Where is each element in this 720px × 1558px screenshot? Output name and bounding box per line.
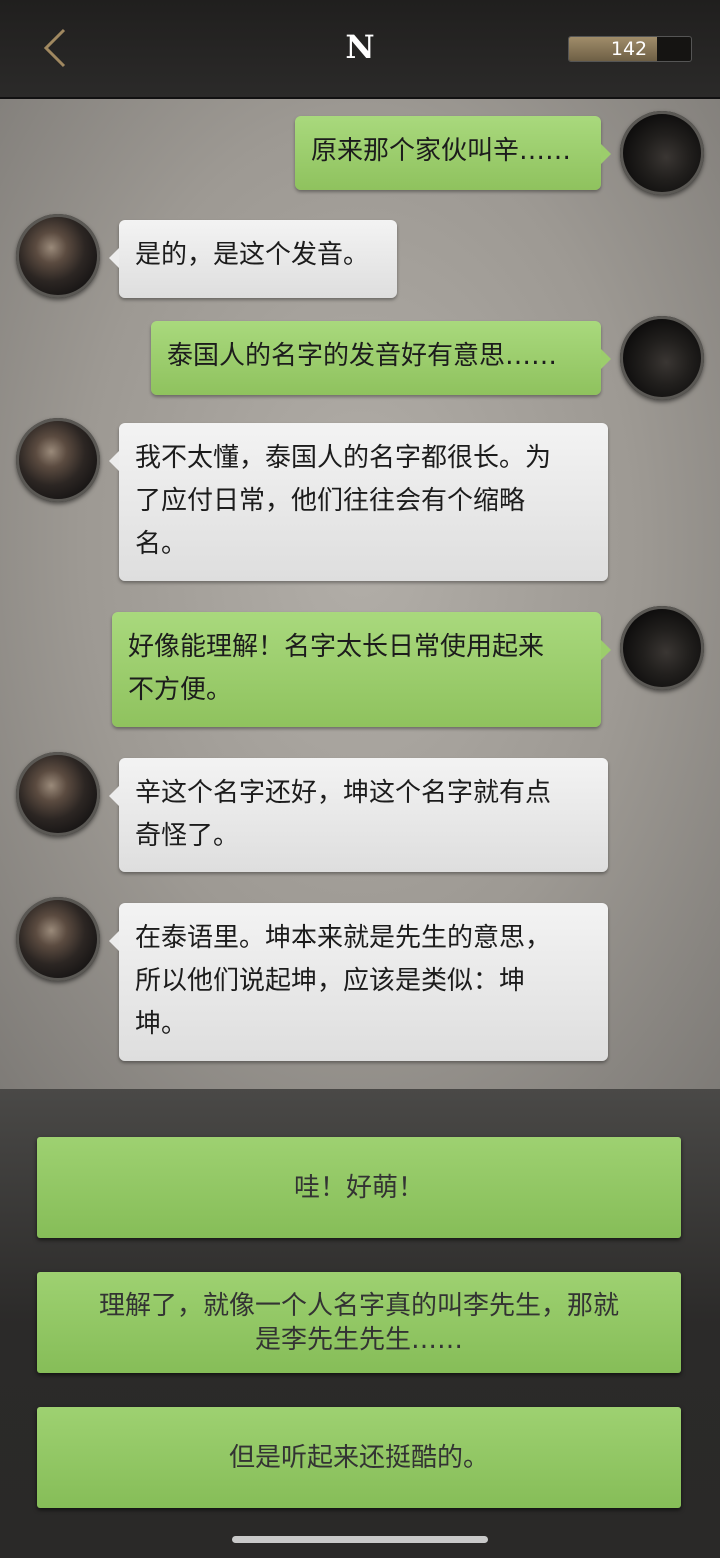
reply-choice-button[interactable]: 理解了，就像一个人名字真的叫李先生，那就 是李先生先生……	[37, 1272, 681, 1373]
player-avatar	[620, 316, 704, 400]
chat-area[interactable]: 原来那个家伙叫辛…… 是的，是这个发音。 泰国人的名字的发音好有意思…… 我不太…	[0, 99, 720, 1089]
message-bubble-incoming: 我不太懂，泰国人的名字都很长。为 了应付日常，他们往往会有个缩略 名。	[109, 423, 608, 581]
contact-avatar[interactable]	[16, 418, 100, 502]
message-bubble-outgoing: 泰国人的名字的发音好有意思……	[151, 321, 611, 395]
message-bubble-outgoing: 原来那个家伙叫辛……	[295, 116, 611, 190]
reply-choice-button[interactable]: 哇！好萌！	[37, 1137, 681, 1238]
message-bubble-incoming: 是的，是这个发音。	[109, 220, 397, 298]
energy-value: 142	[610, 38, 648, 60]
message-bubble-outgoing: 好像能理解！名字太长日常使用起来 不方便。	[112, 612, 611, 727]
reply-choice-button[interactable]: 但是听起来还挺酷的。	[37, 1407, 681, 1508]
top-bar: N 142	[0, 0, 720, 99]
contact-avatar[interactable]	[16, 752, 100, 836]
contact-avatar[interactable]	[16, 897, 100, 981]
player-avatar	[620, 606, 704, 690]
message-bubble-incoming: 在泰语里。坤本来就是先生的意思， 所以他们说起坤，应该是类似：坤 坤。	[109, 903, 608, 1061]
home-indicator[interactable]	[232, 1536, 488, 1543]
player-avatar	[620, 111, 704, 195]
message-bubble-incoming: 辛这个名字还好，坤这个名字就有点 奇怪了。	[109, 758, 608, 872]
contact-avatar[interactable]	[16, 214, 100, 298]
reply-choices-panel: 哇！好萌！ 理解了，就像一个人名字真的叫李先生，那就 是李先生先生…… 但是听起…	[0, 1089, 720, 1558]
energy-counter: 142	[568, 36, 692, 62]
